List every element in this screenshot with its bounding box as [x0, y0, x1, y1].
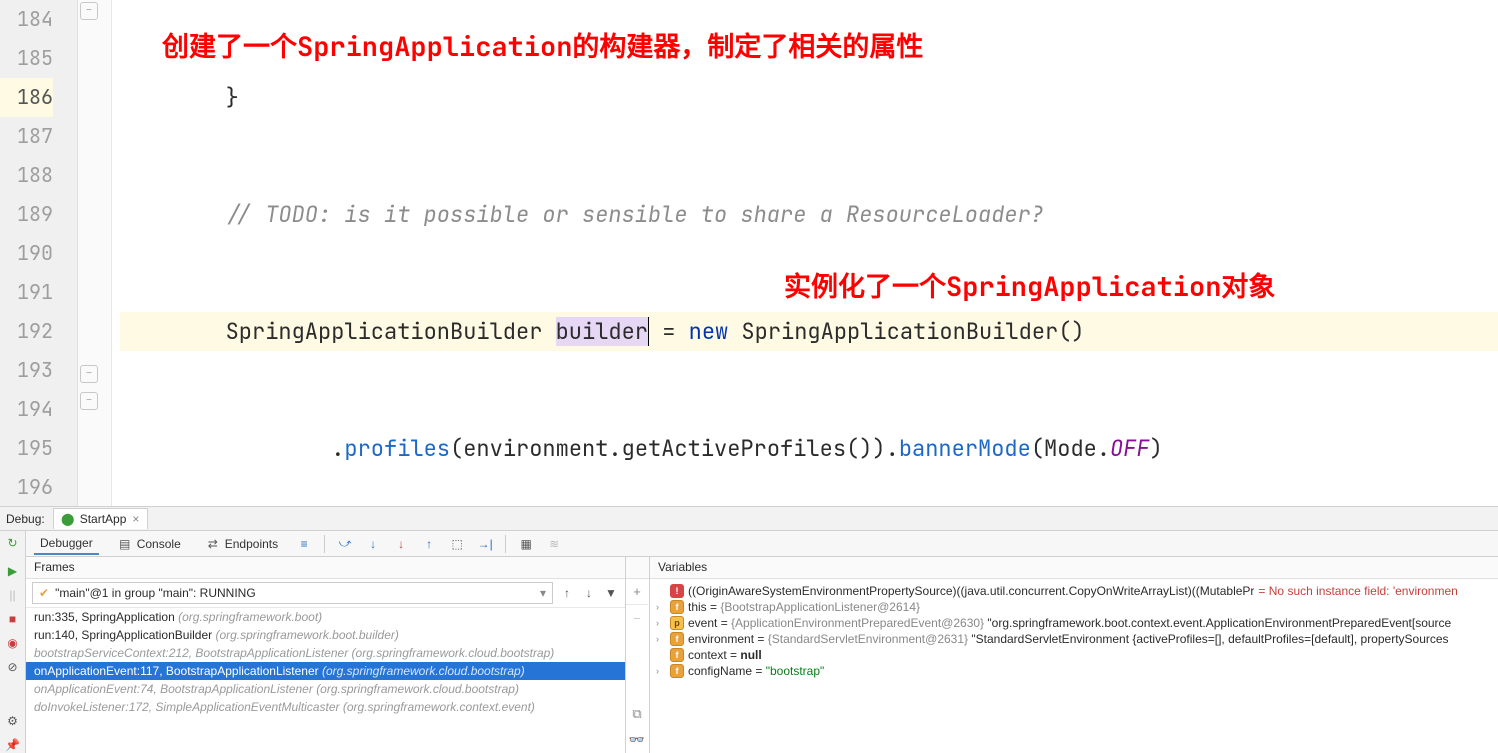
variables-tree[interactable]: ! ((OriginAwareSystemEnvironmentProperty…	[650, 579, 1498, 753]
frames-controls: ✔ "main"@1 in group "main": RUNNING ▾ ↑ …	[26, 579, 625, 608]
line-number: 192	[0, 312, 53, 351]
filter-icon[interactable]: ▼	[603, 585, 619, 601]
breakpoints-icon[interactable]: ◉	[5, 635, 21, 651]
frame-row[interactable]: doInvokeListener:172, SimpleApplicationE…	[26, 698, 625, 716]
close-icon[interactable]: ×	[130, 512, 141, 526]
code-variable: builder	[556, 317, 649, 346]
frames-panel: Frames ✔ "main"@1 in group "main": RUNNI…	[26, 557, 626, 753]
watch-error-row[interactable]: ! ((OriginAwareSystemEnvironmentProperty…	[650, 583, 1498, 599]
frame-row[interactable]: bootstrapServiceContext:212, BootstrapAp…	[26, 644, 625, 662]
thread-label: "main"@1 in group "main": RUNNING	[55, 586, 256, 600]
line-gutter: 184 185 186 187 188 189 190 191 192 193 …	[0, 0, 78, 506]
pin-icon[interactable]: 📌	[5, 737, 21, 753]
frame-row[interactable]: onApplicationEvent:117, BootstrapApplica…	[26, 662, 625, 680]
trace-icon[interactable]: ≋	[546, 536, 562, 552]
watches-icon[interactable]: 👓	[626, 727, 648, 753]
line-number: 193	[0, 351, 53, 390]
next-frame-icon[interactable]: ↓	[581, 585, 597, 601]
code-method: profiles	[344, 434, 450, 463]
step-over-icon[interactable]: ⤻	[337, 536, 353, 552]
new-watch-icon[interactable]: +	[626, 579, 648, 605]
line-number: 189	[0, 195, 53, 234]
debug-label: Debug:	[6, 512, 45, 526]
fold-toggle-icon[interactable]: −	[80, 392, 98, 410]
code-constant: OFF	[1110, 434, 1150, 463]
tab-label: Debugger	[40, 536, 93, 550]
debug-toolwindow-header: Debug: ⬤ StartApp ×	[0, 507, 1498, 531]
code-text: (environment.getActiveProfiles()).	[450, 434, 899, 463]
prev-frame-icon[interactable]: ↑	[559, 585, 575, 601]
fold-toggle-icon[interactable]: −	[80, 2, 98, 20]
console-tab[interactable]: ▤ Console	[111, 533, 187, 555]
variable-row[interactable]: f context = null	[650, 647, 1498, 663]
variable-row[interactable]: › f configName = "bootstrap"	[650, 663, 1498, 679]
line-number: 184	[0, 0, 53, 39]
code-comment: // TODO: is it possible or sensible to s…	[120, 200, 1044, 229]
run-config-icon: ⬤	[60, 511, 76, 527]
line-number: 191	[0, 273, 53, 312]
frames-title: Frames	[26, 557, 625, 579]
variable-row[interactable]: › f this = {BootstrapApplicationListener…	[650, 599, 1498, 615]
console-icon: ▤	[117, 536, 133, 552]
fold-toggle-icon[interactable]: −	[80, 365, 98, 383]
code-area[interactable]: } // TODO: is it possible or sensible to…	[112, 0, 1498, 506]
drop-frame-icon[interactable]: ⬚	[449, 536, 465, 552]
line-number: 187	[0, 117, 53, 156]
tab-label: Endpoints	[225, 537, 278, 551]
variable-row[interactable]: › p event = {ApplicationEnvironmentPrepa…	[650, 615, 1498, 631]
code-editor[interactable]: 184 185 186 187 188 189 190 191 192 193 …	[0, 0, 1498, 507]
code-text: (Mode.	[1031, 434, 1110, 463]
debug-run-config-tab[interactable]: ⬤ StartApp ×	[53, 508, 149, 529]
endpoints-icon: ⇄	[205, 536, 221, 552]
code-keyword: new	[689, 317, 729, 346]
line-number: 196	[0, 468, 53, 507]
frames-list[interactable]: run:335, SpringApplication (org.springfr…	[26, 608, 625, 753]
line-number: 195	[0, 429, 53, 468]
code-text: =	[649, 317, 689, 346]
debug-toolbar: ↻ Debugger ▤ Console ⇄ Endpoints ≡ ⤻ ↓ ↓…	[0, 531, 1498, 557]
frame-row[interactable]: onApplicationEvent:74, BootstrapApplicat…	[26, 680, 625, 698]
remove-watch-icon[interactable]: −	[626, 605, 648, 631]
fold-gutter: − − −	[78, 0, 112, 506]
thread-selector[interactable]: ✔ "main"@1 in group "main": RUNNING ▾	[32, 582, 553, 604]
line-number: 185	[0, 39, 53, 78]
stop-icon[interactable]: ■	[5, 611, 21, 627]
code-text: SpringApplicationBuilder	[120, 317, 556, 346]
line-number: 186	[0, 78, 53, 117]
variables-title: Variables	[650, 557, 1498, 579]
debug-side-toolbar: ▶ || ■ ◉ ⊘ ⚙ 📌	[0, 557, 26, 753]
debugger-tab[interactable]: Debugger	[34, 533, 99, 555]
run-config-name: StartApp	[80, 512, 127, 526]
annotation-overlay: 创建了一个SpringApplication的构建器，制定了相关的属性	[162, 28, 923, 67]
run-to-cursor-icon[interactable]: →|	[477, 536, 493, 552]
line-number: 188	[0, 156, 53, 195]
line-number: 194	[0, 390, 53, 429]
copy-icon[interactable]: ⧉	[626, 701, 648, 727]
evaluate-icon[interactable]: ▦	[518, 536, 534, 552]
threads-icon[interactable]: ≡	[296, 536, 312, 552]
code-text: .	[120, 434, 344, 463]
resume-icon[interactable]: ▶	[5, 563, 21, 579]
tab-label: Console	[137, 537, 181, 551]
line-number: 190	[0, 234, 53, 273]
step-out-icon[interactable]: ↑	[421, 536, 437, 552]
code-text: )	[1150, 434, 1163, 463]
frame-row[interactable]: run:335, SpringApplication (org.springfr…	[26, 608, 625, 626]
rerun-icon[interactable]: ↻	[5, 535, 21, 551]
settings-icon[interactable]: ⚙	[5, 713, 21, 729]
step-into-icon[interactable]: ↓	[365, 536, 381, 552]
code-method: bannerMode	[899, 434, 1031, 463]
frame-row[interactable]: run:140, SpringApplicationBuilder (org.s…	[26, 626, 625, 644]
code-text: SpringApplicationBuilder()	[728, 317, 1084, 346]
pause-icon[interactable]: ||	[5, 587, 21, 603]
force-step-into-icon[interactable]: ↓	[393, 536, 409, 552]
code-text: }	[120, 83, 239, 112]
variable-row[interactable]: › f environment = {StandardServletEnviro…	[650, 631, 1498, 647]
mute-breakpoints-icon[interactable]: ⊘	[5, 659, 21, 675]
separator	[324, 535, 325, 553]
endpoints-tab[interactable]: ⇄ Endpoints	[199, 533, 284, 555]
separator	[505, 535, 506, 553]
variables-panel: Variables ! ((OriginAwareSystemEnvironme…	[650, 557, 1498, 753]
annotation-overlay: 实例化了一个SpringApplication对象	[784, 268, 1275, 307]
